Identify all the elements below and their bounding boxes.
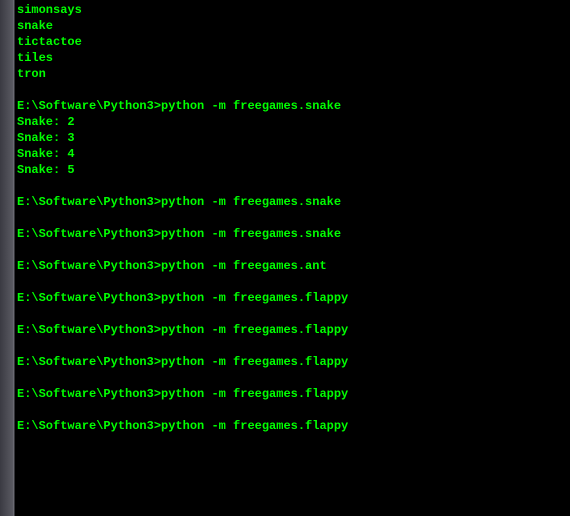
blank-line — [17, 402, 568, 418]
window-left-edge — [0, 0, 14, 516]
output-line: Snake: 3 — [17, 130, 568, 146]
output-line: Snake: 4 — [17, 146, 568, 162]
blank-line — [17, 434, 568, 450]
blank-line — [17, 210, 568, 226]
command-text: python -m freegames.flappy — [161, 419, 348, 433]
prompt: E:\Software\Python3> — [17, 195, 161, 209]
command-text: python -m freegames.snake — [161, 195, 341, 209]
command-text: python -m freegames.snake — [161, 99, 341, 113]
command-text: python -m freegames.flappy — [161, 355, 348, 369]
command-line: E:\Software\Python3>python -m freegames.… — [17, 226, 568, 242]
blank-line — [17, 82, 568, 98]
command-line: E:\Software\Python3>python -m freegames.… — [17, 386, 568, 402]
blank-line — [17, 242, 568, 258]
command-text: python -m freegames.snake — [161, 227, 341, 241]
output-line: Snake: 2 — [17, 114, 568, 130]
prompt: E:\Software\Python3> — [17, 227, 161, 241]
listing-item: tictactoe — [17, 34, 568, 50]
command-line: E:\Software\Python3>python -m freegames.… — [17, 98, 568, 114]
command-line: E:\Software\Python3>python -m freegames.… — [17, 290, 568, 306]
command-line: E:\Software\Python3>python -m freegames.… — [17, 258, 568, 274]
prompt: E:\Software\Python3> — [17, 323, 161, 337]
prompt: E:\Software\Python3> — [17, 99, 161, 113]
command-line: E:\Software\Python3>python -m freegames.… — [17, 418, 568, 434]
prompt: E:\Software\Python3> — [17, 291, 161, 305]
prompt: E:\Software\Python3> — [17, 387, 161, 401]
prompt: E:\Software\Python3> — [17, 419, 161, 433]
command-text: python -m freegames.flappy — [161, 291, 348, 305]
blank-line — [17, 370, 568, 386]
listing-item: snake — [17, 18, 568, 34]
output-line: Snake: 5 — [17, 162, 568, 178]
blank-line — [17, 274, 568, 290]
listing-item: tron — [17, 66, 568, 82]
terminal-wrapper: simonsayssnaketictactoetilestron E:\Softw… — [14, 0, 570, 516]
command-line: E:\Software\Python3>python -m freegames.… — [17, 194, 568, 210]
terminal[interactable]: simonsayssnaketictactoetilestron E:\Softw… — [15, 0, 570, 516]
command-text: python -m freegames.flappy — [161, 323, 348, 337]
blank-line — [17, 338, 568, 354]
command-line: E:\Software\Python3>python -m freegames.… — [17, 322, 568, 338]
listing-item: simonsays — [17, 2, 568, 18]
prompt: E:\Software\Python3> — [17, 355, 161, 369]
command-line: E:\Software\Python3>python -m freegames.… — [17, 354, 568, 370]
prompt: E:\Software\Python3> — [17, 259, 161, 273]
listing-item: tiles — [17, 50, 568, 66]
command-text: python -m freegames.flappy — [161, 387, 348, 401]
blank-line — [17, 178, 568, 194]
blank-line — [17, 306, 568, 322]
command-text: python -m freegames.ant — [161, 259, 327, 273]
